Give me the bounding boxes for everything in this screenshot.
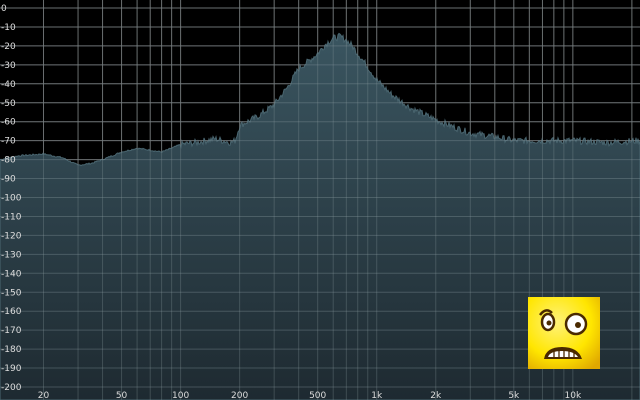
frequency-label: 200 [231, 391, 248, 400]
db-label: -190 [1, 364, 22, 374]
db-label: -130 [1, 250, 22, 260]
frequency-label: 20 [38, 391, 50, 400]
db-label: -110 [1, 212, 22, 222]
db-label: -10 [1, 23, 16, 33]
db-label: -90 [1, 175, 16, 185]
db-label: -40 [1, 80, 16, 90]
db-label: -100 [1, 194, 22, 204]
db-label: -120 [1, 231, 22, 241]
frequency-label: 1k [371, 391, 383, 400]
db-label: -160 [1, 307, 22, 317]
db-label: -170 [1, 326, 22, 336]
frequency-label: 5k [508, 391, 520, 400]
db-label: -70 [1, 137, 16, 147]
db-label: 0 [1, 4, 7, 14]
frequency-label: 50 [116, 391, 128, 400]
db-label: -80 [1, 156, 16, 166]
frequency-label: 2k [430, 391, 442, 400]
db-label: -140 [1, 269, 22, 279]
db-label: -200 [1, 383, 22, 393]
scared-face-icon [528, 297, 600, 369]
frequency-label: 10k [565, 391, 582, 400]
frequency-label: 100 [172, 391, 189, 400]
db-label: -180 [1, 345, 22, 355]
db-label: -150 [1, 288, 22, 298]
db-label: -20 [1, 42, 16, 52]
db-label: -60 [1, 118, 16, 128]
db-label: -50 [1, 99, 16, 109]
db-label: -30 [1, 61, 16, 71]
frequency-label: 500 [309, 391, 326, 400]
